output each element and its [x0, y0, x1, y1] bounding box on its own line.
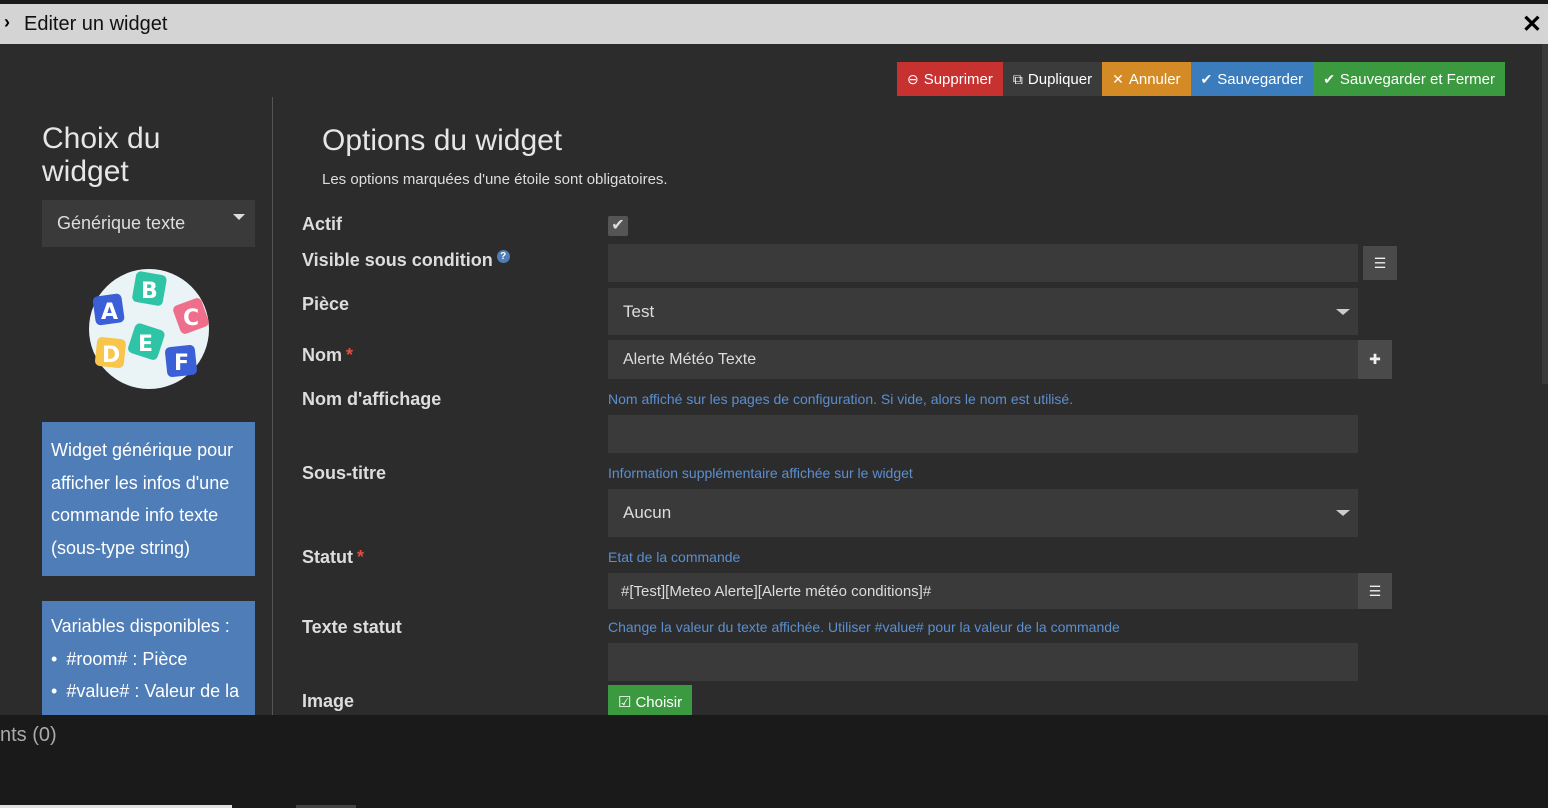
nom-value: Alerte Météo Texte [623, 350, 757, 368]
statut-label: Statut * [302, 547, 364, 568]
divider [272, 97, 273, 715]
piece-label: Pièce [302, 294, 350, 314]
minus-circle-icon: ⊖ [906, 70, 919, 87]
nom-input[interactable]: Alerte Météo Texte [608, 340, 1358, 379]
piece-select[interactable]: Test [608, 288, 1358, 335]
sous-titre-help: Information supplémentaire affichée sur … [608, 465, 913, 481]
save-close-label: Sauvegarder et Fermer [1339, 70, 1495, 88]
logo-letter-e: E [138, 332, 153, 357]
nom-affichage-help: Nom affiché sur les pages de configurati… [608, 391, 1074, 407]
statut-help: Etat de la commande [608, 549, 741, 565]
bottom-tab-text[interactable]: nts (0) [0, 724, 57, 747]
save-close-button[interactable]: ✔ Sauvegarder et Fermer [1313, 62, 1505, 96]
visible-condition-input[interactable] [608, 244, 1358, 282]
logo-letter-b: B [141, 279, 158, 304]
plus-square-icon[interactable]: ✚ [1358, 340, 1392, 379]
required-star: * [357, 547, 365, 567]
save-button[interactable]: ✔ Sauvegarder [1190, 62, 1314, 96]
nom-affichage-label: Nom d'affichage [302, 389, 442, 409]
statut-value: #[Test][Meteo Alerte][Alerte météo condi… [621, 582, 932, 600]
dialog-title: Editer un widget [24, 13, 168, 35]
check-circle-icon: ✔ [1323, 70, 1335, 87]
action-toolbar: ⊖ Supprimer ⧉ Dupliquer ✕ Annuler ✔ Sauv… [896, 62, 1505, 96]
check-circle-icon: ✔ [1200, 70, 1213, 87]
close-icon[interactable]: ✕ [1522, 10, 1542, 39]
texte-statut-input[interactable] [608, 643, 1358, 681]
variables-title: Variables disponibles : [51, 616, 230, 636]
scrollbar[interactable] [1542, 44, 1548, 384]
widget-description: Widget générique pour afficher les infos… [42, 422, 255, 576]
chevron-right-icon[interactable]: › [4, 12, 10, 33]
texte-statut-help: Change la valeur du texte affichée. Util… [608, 619, 1120, 635]
piece-value: Test [623, 301, 655, 321]
widget-sidebar: Choix du widget Générique texte A B C D … [42, 122, 255, 715]
list-icon[interactable]: ☰ [1358, 573, 1392, 609]
image-label: Image [302, 691, 355, 711]
caret-down-icon [233, 214, 245, 220]
delete-label: Supprimer [923, 70, 993, 88]
actif-checkbox[interactable]: ✔ [608, 216, 628, 236]
statut-input[interactable]: #[Test][Meteo Alerte][Alerte météo condi… [608, 573, 1358, 609]
check-icon: ✔ [611, 217, 625, 234]
variables-box: Variables disponibles : #room# : Pièce #… [42, 601, 255, 715]
actif-label: Actif [302, 214, 342, 234]
x-icon: ✕ [1112, 70, 1124, 87]
check-square-icon: ☑ [618, 694, 632, 711]
save-label: Sauvegarder [1217, 70, 1304, 88]
choose-label: Choisir [635, 693, 683, 711]
logo-letter-d: D [102, 343, 120, 368]
list-item: #value# : Valeur de la [51, 675, 246, 708]
cancel-label: Annuler [1128, 70, 1181, 88]
abc-letters-icon: A B C D E F [88, 269, 209, 389]
dialog-titlebar: › Editer un widget ✕ [0, 4, 1548, 44]
bottom-panel: nts (0) [0, 715, 1548, 808]
list-item: #room# : Pièce [51, 643, 246, 676]
visible-label-text: Visible sous condition [302, 250, 493, 270]
copy-icon: ⧉ [1012, 70, 1023, 87]
widget-logo: A B C D E F [88, 268, 210, 390]
sous-titre-value: Aucun [623, 503, 672, 522]
sous-titre-label: Sous-titre [302, 463, 387, 483]
list-icon[interactable]: ☰ [1363, 246, 1397, 280]
duplicate-button[interactable]: ⧉ Dupliquer [1002, 62, 1103, 96]
nom-label: Nom * [302, 345, 353, 366]
cancel-button[interactable]: ✕ Annuler [1102, 62, 1191, 96]
caret-down-icon [1336, 308, 1350, 315]
widget-editor-dialog: ⊖ Supprimer ⧉ Dupliquer ✕ Annuler ✔ Sauv… [0, 44, 1548, 715]
nom-label-text: Nom [302, 345, 342, 365]
texte-statut-label: Texte statut [302, 617, 402, 637]
statut-label-text: Statut [302, 547, 353, 567]
widget-type-value: Générique texte [57, 213, 186, 233]
widget-type-select[interactable]: Générique texte [42, 200, 255, 247]
visible-label: Visible sous condition? [302, 250, 510, 271]
variables-list: #room# : Pièce #value# : Valeur de la [51, 643, 246, 708]
sidebar-title: Choix du widget [42, 122, 161, 188]
logo-letter-c: C [183, 306, 199, 331]
choose-image-button[interactable]: ☑ Choisir [608, 685, 693, 715]
nom-affichage-input[interactable] [608, 415, 1358, 453]
sous-titre-select[interactable]: Aucun [608, 489, 1358, 537]
caret-down-icon [1336, 510, 1350, 516]
delete-button[interactable]: ⊖ Supprimer [896, 62, 1003, 96]
page-subtitle: Les options marquées d'une étoile sont o… [322, 171, 668, 188]
duplicate-label: Dupliquer [1027, 70, 1093, 88]
page-title: Options du widget [322, 124, 563, 157]
help-icon[interactable]: ? [496, 250, 510, 263]
logo-letter-f: F [174, 351, 189, 376]
required-star: * [346, 345, 354, 365]
logo-letter-a: A [101, 300, 118, 325]
